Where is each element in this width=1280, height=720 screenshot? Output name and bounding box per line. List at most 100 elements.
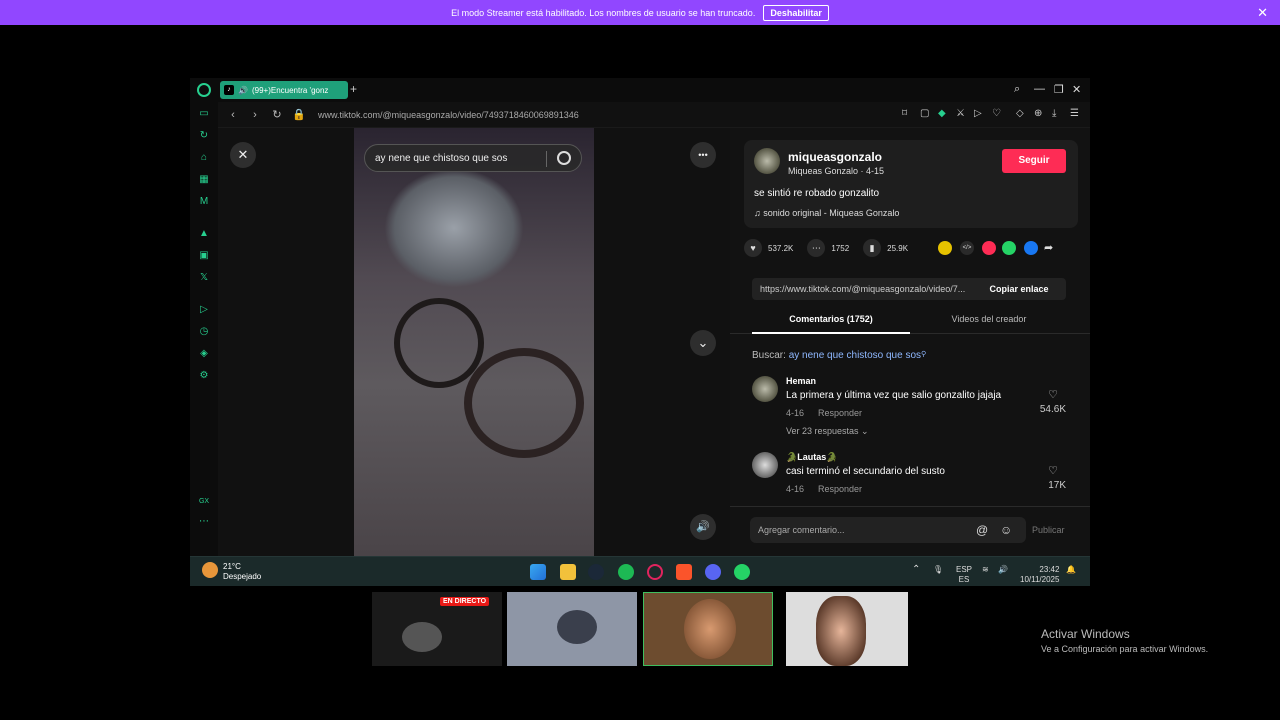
weather-icon[interactable] bbox=[202, 562, 218, 578]
brave-icon[interactable] bbox=[676, 564, 692, 580]
tab-creator-videos[interactable]: Videos del creador bbox=[910, 314, 1068, 324]
spotify-icon[interactable] bbox=[618, 564, 634, 580]
aria-icon[interactable]: ▲ bbox=[198, 228, 210, 240]
video-player[interactable] bbox=[354, 128, 594, 556]
volume-icon[interactable]: 🔊 bbox=[998, 565, 1008, 575]
puzzle-icon[interactable]: ◇ bbox=[1016, 108, 1024, 119]
stream-thumbnail[interactable]: EN DIRECTO bbox=[372, 592, 502, 666]
settings-icon[interactable]: ⚙ bbox=[198, 370, 210, 382]
volume-button[interactable]: 🔊 bbox=[690, 514, 716, 540]
reply-button[interactable]: Responder bbox=[818, 484, 862, 494]
search-icon[interactable]: ⌕ bbox=[1014, 83, 1020, 96]
view-replies-button[interactable]: Ver 23 respuestas ⌄ bbox=[786, 426, 869, 437]
language-indicator[interactable]: ESP ES bbox=[956, 565, 972, 585]
snapshot-icon[interactable]: ▢ bbox=[920, 108, 929, 119]
comment-like-icon[interactable]: ♡ bbox=[1048, 388, 1058, 401]
browser-tab[interactable]: ♪ 🔊 (99+)Encuentra 'gonz bbox=[220, 81, 348, 99]
follow-button[interactable]: Seguir bbox=[1002, 149, 1066, 173]
emoji-icon[interactable]: ☺ bbox=[1000, 517, 1012, 543]
wallet-icon[interactable]: ⊕ bbox=[1034, 108, 1042, 119]
whatsapp-icon[interactable] bbox=[1002, 241, 1016, 255]
live-badge: EN DIRECTO bbox=[440, 597, 490, 606]
x-icon[interactable]: 𝕏 bbox=[198, 272, 210, 284]
discord-icon[interactable] bbox=[705, 564, 721, 580]
facebook-icon[interactable] bbox=[1024, 241, 1038, 255]
extensions-icon[interactable]: ◈ bbox=[198, 348, 210, 360]
banner-close-icon[interactable]: ✕ bbox=[1257, 5, 1268, 21]
close-window-icon[interactable]: ✕ bbox=[1072, 83, 1081, 96]
save-stat[interactable]: ▮ 25.9K bbox=[863, 239, 908, 257]
steam-icon[interactable] bbox=[588, 564, 604, 580]
tab-comments[interactable]: Comentarios (1752) bbox=[752, 314, 910, 324]
clock[interactable]: 23:42 10/11/2025 bbox=[1020, 565, 1059, 585]
copy-link-button[interactable]: Copiar enlace bbox=[972, 278, 1066, 300]
avatar[interactable] bbox=[752, 376, 778, 402]
microphone-icon[interactable]: 🎙 bbox=[933, 565, 943, 575]
avatar[interactable] bbox=[754, 148, 780, 174]
speaker-icon[interactable]: 🔊 bbox=[238, 86, 248, 95]
back-icon[interactable]: ‹ bbox=[226, 109, 240, 121]
m-icon[interactable]: M bbox=[198, 196, 210, 208]
grid-icon[interactable]: ▦ bbox=[198, 174, 210, 186]
url-field[interactable]: www.tiktok.com/@miqueasgonzalo/video/749… bbox=[318, 110, 579, 120]
video-link[interactable]: https://www.tiktok.com/@miqueasgonzalo/v… bbox=[760, 284, 965, 294]
publish-button[interactable]: Publicar bbox=[1032, 525, 1065, 535]
search-icon[interactable] bbox=[557, 151, 571, 165]
time: 23:42 bbox=[1039, 565, 1060, 574]
file-explorer-icon[interactable] bbox=[560, 564, 576, 580]
search-term-link[interactable]: ay nene que chistoso que sos bbox=[789, 350, 921, 361]
download-icon[interactable]: ⤓ bbox=[1052, 108, 1056, 119]
refresh-icon[interactable]: ↻ bbox=[198, 130, 210, 142]
weather-widget[interactable]: 21°C Despejado bbox=[223, 562, 261, 582]
player-icon[interactable]: ▷ bbox=[198, 304, 210, 316]
shield-icon[interactable]: ◆ bbox=[938, 108, 946, 119]
notification-icon[interactable]: 🔔 bbox=[1066, 565, 1076, 575]
bookmark-icon[interactable]: ⌑ bbox=[902, 108, 907, 119]
next-video-button[interactable]: ⌄ bbox=[690, 330, 716, 356]
thumbnail-2[interactable] bbox=[507, 592, 637, 666]
like-stat[interactable]: ♥ 537.2K bbox=[744, 239, 793, 257]
minimize-icon[interactable]: — bbox=[1034, 83, 1045, 95]
menu-icon[interactable]: ☰ bbox=[1070, 108, 1079, 119]
disable-button[interactable]: Deshabilitar bbox=[763, 4, 829, 21]
twitch-icon[interactable]: ▣ bbox=[198, 250, 210, 262]
share-friends-icon[interactable] bbox=[938, 241, 952, 255]
workspace-icon[interactable]: ▭ bbox=[198, 108, 210, 120]
comment-like-icon[interactable]: ♡ bbox=[1048, 464, 1058, 477]
maximize-icon[interactable]: ❐ bbox=[1054, 83, 1064, 96]
whatsapp-icon[interactable] bbox=[734, 564, 750, 580]
comment-stat[interactable]: ⋯ 1752 bbox=[807, 239, 849, 257]
sound-link[interactable]: ♫ sonido original - Miqueas Gonzalo bbox=[754, 208, 899, 218]
play-icon[interactable]: ▷ bbox=[974, 108, 982, 119]
gx-icon[interactable]: GX bbox=[198, 496, 210, 508]
new-tab-button[interactable]: + bbox=[350, 82, 357, 96]
wifi-icon[interactable]: ≋ bbox=[982, 565, 989, 575]
opera-logo-icon[interactable] bbox=[197, 83, 211, 97]
more-icon[interactable]: ⋯ bbox=[198, 516, 210, 528]
start-icon[interactable] bbox=[530, 564, 546, 580]
close-video-button[interactable]: ✕ bbox=[230, 142, 256, 168]
forward-icon[interactable]: › bbox=[248, 109, 262, 121]
comment-author[interactable]: 🐊Lautas🐊 bbox=[786, 452, 837, 463]
mention-icon[interactable]: @ bbox=[976, 517, 988, 543]
more-options-button[interactable]: ••• bbox=[690, 142, 716, 168]
comment-icon: ⋯ bbox=[807, 239, 826, 257]
reply-button[interactable]: Responder bbox=[818, 408, 862, 418]
share-arrow-icon[interactable]: ➦ bbox=[1044, 241, 1058, 255]
avatar[interactable] bbox=[752, 452, 778, 478]
chevron-up-icon[interactable]: ⌃ bbox=[912, 565, 920, 575]
video-search-box[interactable]: ay nene que chistoso que sos bbox=[364, 144, 582, 172]
send-icon[interactable] bbox=[982, 241, 996, 255]
heart-icon[interactable]: ♡ bbox=[992, 108, 1001, 119]
comment-author[interactable]: Heman bbox=[786, 376, 816, 386]
history-icon[interactable]: ◷ bbox=[198, 326, 210, 338]
comment-input[interactable]: Agregar comentario... @ ☺ bbox=[750, 517, 1026, 543]
username[interactable]: miqueasgonzalo bbox=[788, 150, 882, 164]
opera-gx-icon[interactable] bbox=[647, 564, 663, 580]
reload-icon[interactable]: ↻ bbox=[270, 108, 284, 121]
bag-icon[interactable]: ⌂ bbox=[198, 152, 210, 164]
embed-icon[interactable]: </> bbox=[960, 241, 974, 255]
translate-icon[interactable]: ⚔ bbox=[956, 108, 965, 119]
thumbnail-3[interactable] bbox=[643, 592, 773, 666]
thumbnail-4[interactable] bbox=[786, 592, 908, 666]
